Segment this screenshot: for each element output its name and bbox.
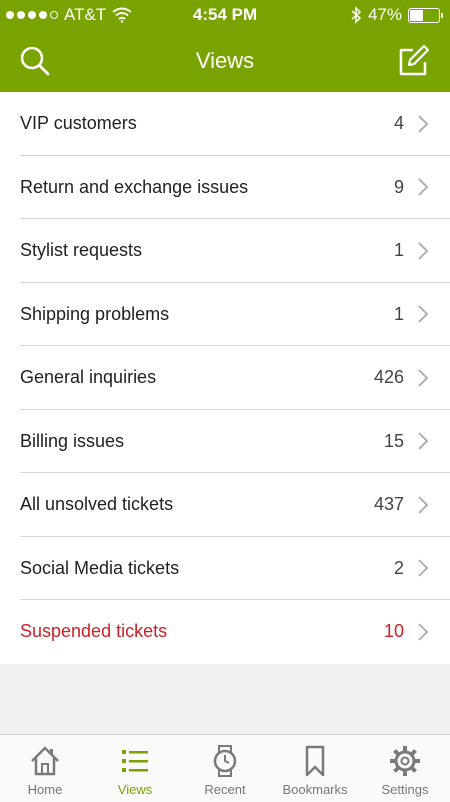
tab-recent[interactable]: Recent bbox=[180, 735, 270, 802]
chevron-right-icon bbox=[418, 496, 429, 514]
view-label: All unsolved tickets bbox=[20, 494, 174, 515]
tab-views[interactable]: Views bbox=[90, 735, 180, 802]
compose-icon[interactable] bbox=[396, 44, 430, 78]
tab-label: Home bbox=[27, 782, 63, 797]
bluetooth-icon bbox=[351, 6, 362, 24]
view-label: General inquiries bbox=[20, 367, 157, 388]
view-count: 1 bbox=[393, 240, 404, 261]
views-list: VIP customers 4 Return and exchange issues… bbox=[0, 92, 450, 664]
list-icon bbox=[122, 750, 148, 772]
watch-icon bbox=[213, 745, 237, 777]
tab-label: Settings bbox=[381, 782, 429, 797]
page-title: Views bbox=[195, 48, 255, 73]
view-count: 9 bbox=[393, 176, 404, 197]
tab-label: Views bbox=[117, 782, 153, 797]
chevron-right-icon bbox=[418, 559, 429, 577]
gear-icon bbox=[390, 746, 420, 776]
bookmark-icon bbox=[305, 745, 325, 777]
status-right: 47% bbox=[350, 5, 443, 25]
header: AT&T 4:54 PM 47% Views bbox=[0, 0, 450, 92]
battery-percent: 47% bbox=[367, 5, 402, 24]
view-label: Billing issues bbox=[20, 430, 125, 451]
chevron-right-icon bbox=[418, 432, 429, 450]
view-count: 10 bbox=[383, 621, 404, 642]
view-label: Return and exchange issues bbox=[20, 176, 249, 197]
chevron-right-icon bbox=[418, 305, 429, 323]
view-row[interactable]: Suspended tickets 10 bbox=[0, 600, 450, 664]
nav-bar: Views bbox=[0, 32, 450, 92]
view-label: Stylist requests bbox=[20, 240, 143, 261]
view-row[interactable]: VIP customers 4 bbox=[0, 92, 450, 156]
view-row[interactable]: All unsolved tickets 437 bbox=[0, 473, 450, 537]
status-bar: AT&T 4:54 PM 47% bbox=[0, 0, 450, 32]
view-count: 15 bbox=[383, 430, 404, 451]
tab-settings[interactable]: Settings bbox=[360, 735, 450, 802]
home-icon bbox=[31, 746, 59, 776]
view-row[interactable]: Return and exchange issues 9 bbox=[0, 156, 450, 220]
tab-label: Bookmarks bbox=[282, 782, 348, 797]
view-label: Suspended tickets bbox=[20, 621, 168, 642]
chevron-right-icon bbox=[418, 178, 429, 196]
chevron-right-icon bbox=[418, 242, 429, 260]
view-label: Social Media tickets bbox=[20, 557, 180, 578]
view-count: 4 bbox=[393, 113, 404, 134]
view-count: 1 bbox=[393, 303, 404, 324]
tab-bar: Home Views Recent Bookmarks Settings bbox=[0, 734, 450, 802]
view-count: 2 bbox=[393, 557, 404, 578]
view-row[interactable]: Social Media tickets 2 bbox=[0, 537, 450, 601]
tab-label: Recent bbox=[204, 782, 246, 797]
battery-icon bbox=[408, 7, 443, 23]
view-count: 426 bbox=[373, 367, 404, 388]
view-label: Shipping problems bbox=[20, 303, 170, 324]
chevron-right-icon bbox=[418, 623, 429, 641]
tab-home[interactable]: Home bbox=[0, 735, 90, 802]
view-count: 437 bbox=[373, 494, 404, 515]
chevron-right-icon bbox=[418, 115, 429, 133]
view-row[interactable]: Stylist requests 1 bbox=[0, 219, 450, 283]
view-row[interactable]: Billing issues 15 bbox=[0, 410, 450, 474]
tab-bookmarks[interactable]: Bookmarks bbox=[270, 735, 360, 802]
view-label: VIP customers bbox=[20, 113, 137, 134]
view-row[interactable]: Shipping problems 1 bbox=[0, 283, 450, 347]
chevron-right-icon bbox=[418, 369, 429, 387]
view-row[interactable]: General inquiries 426 bbox=[0, 346, 450, 410]
